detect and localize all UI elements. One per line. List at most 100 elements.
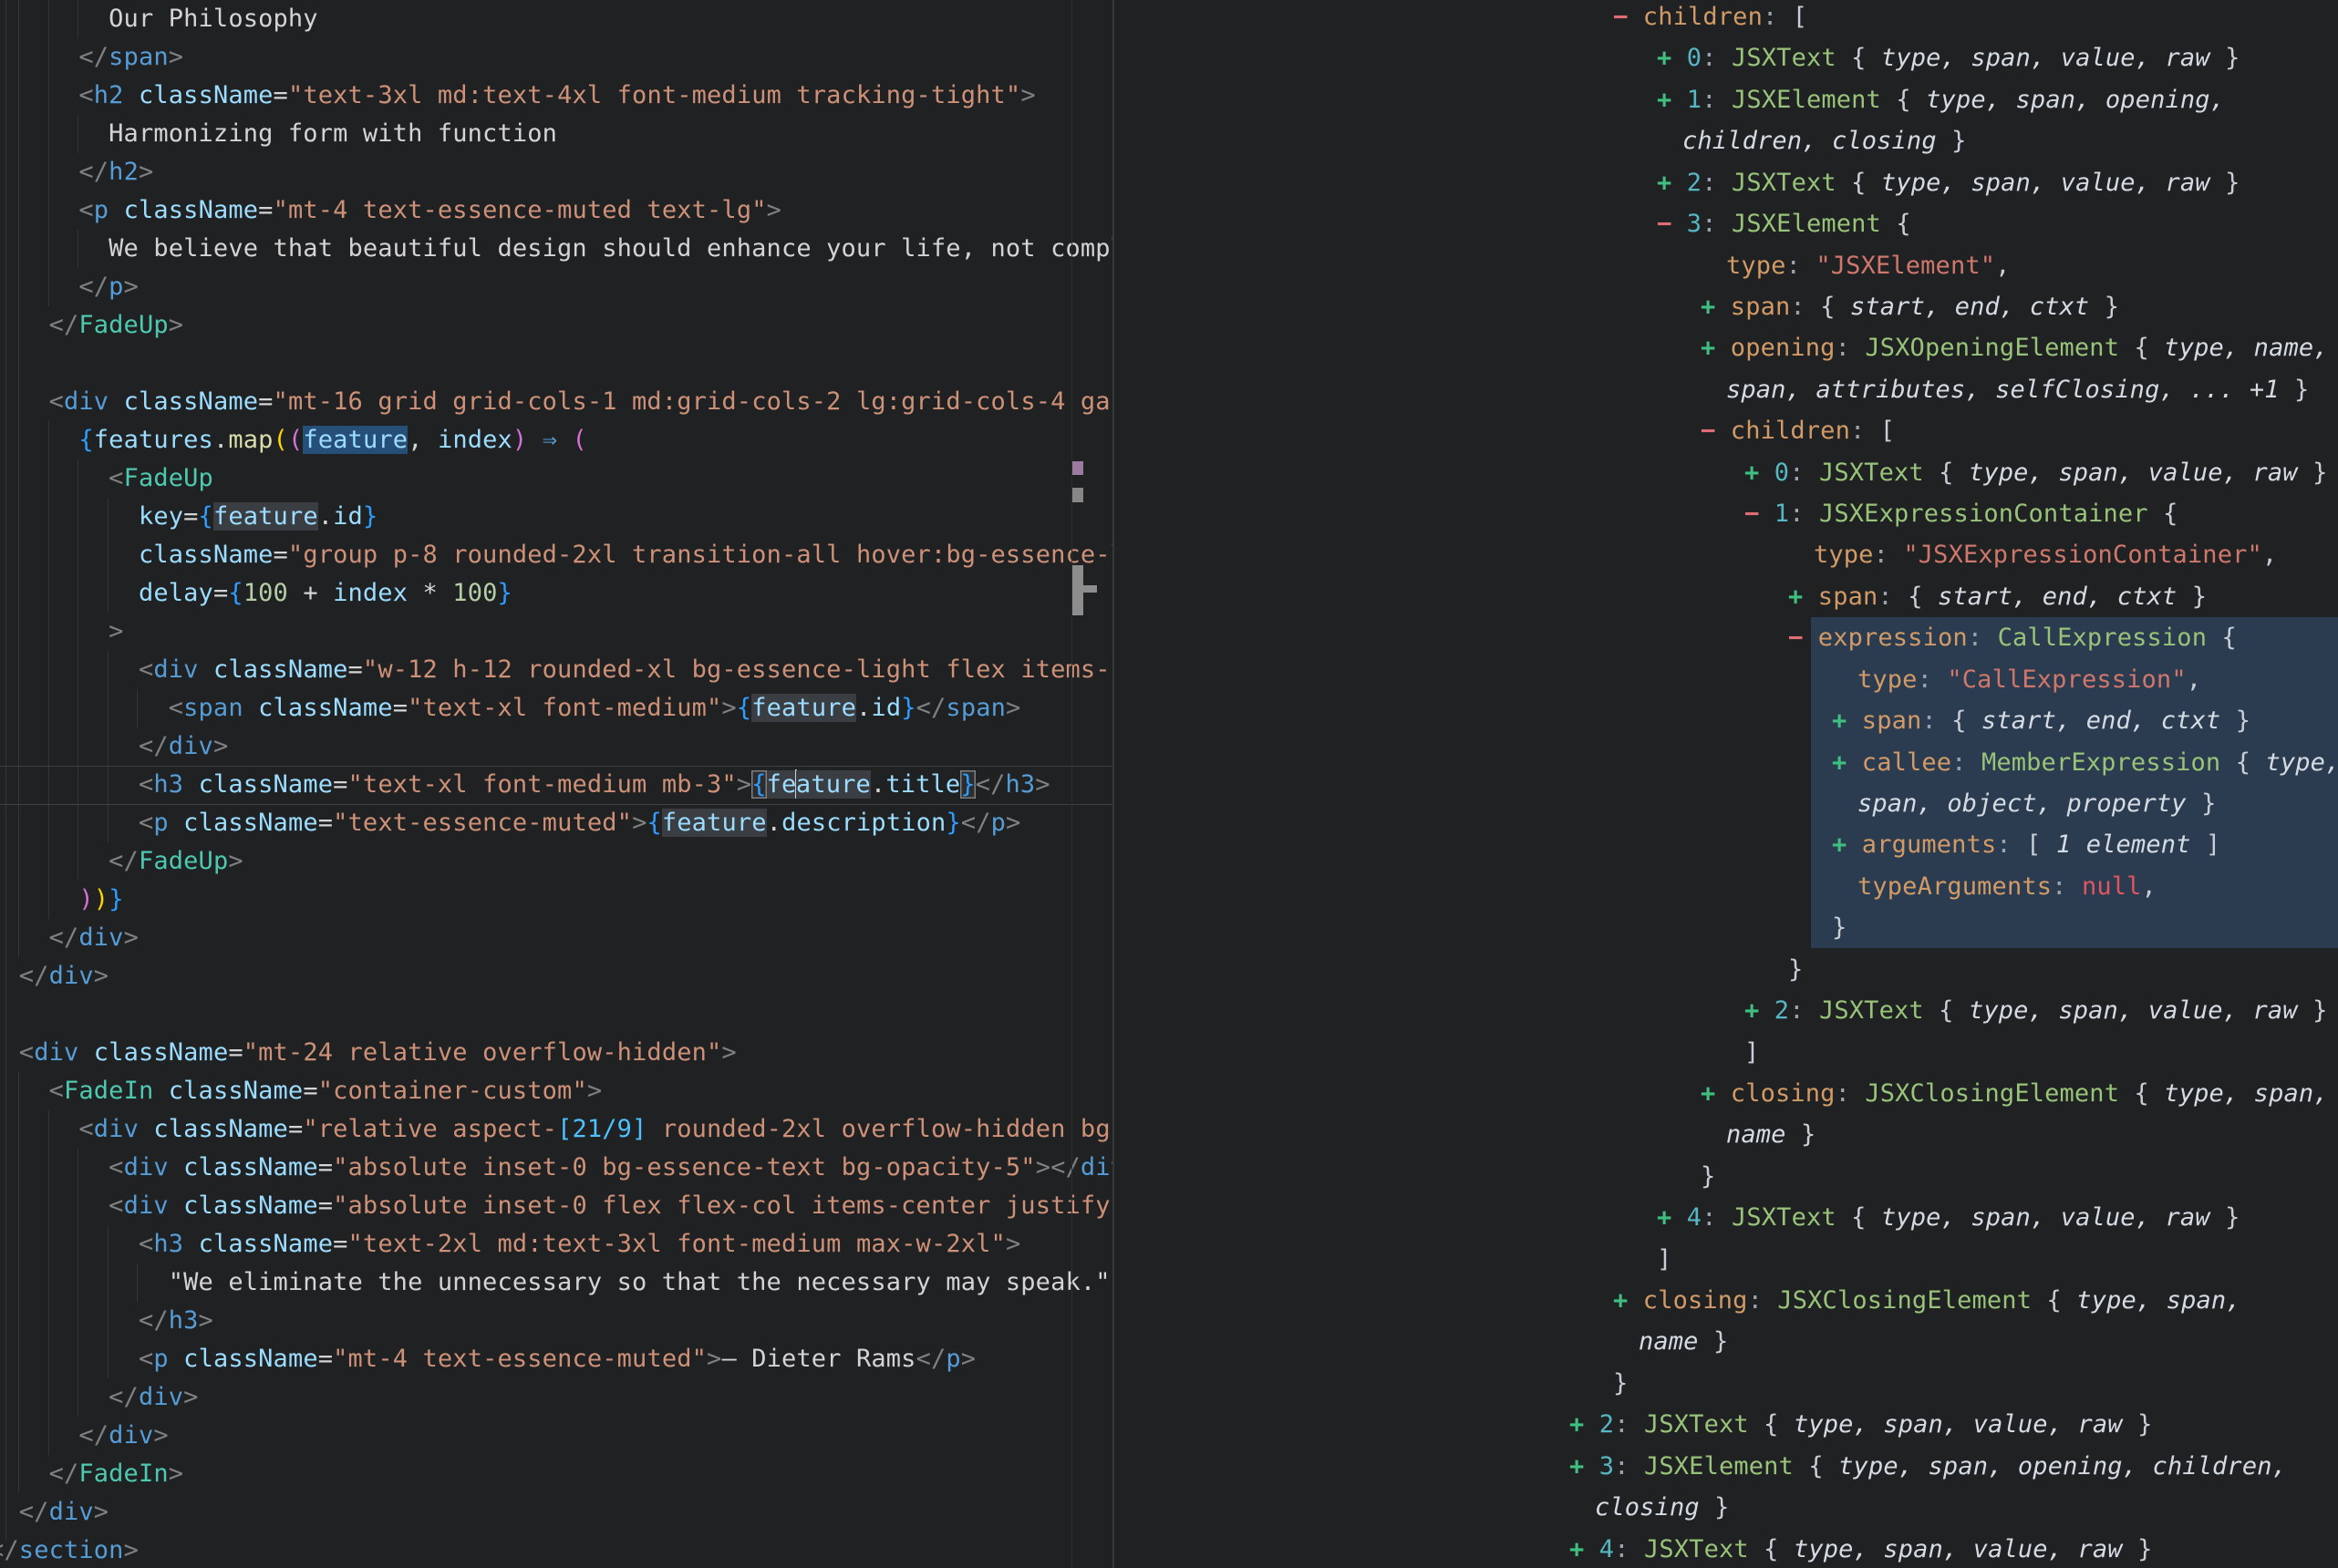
expand-toggle[interactable]: + — [1701, 334, 1731, 362]
code-line[interactable]: key={feature.id} — [0, 498, 378, 536]
collapse-toggle[interactable]: − — [1657, 210, 1687, 238]
ast-row[interactable]: + 0: JSXText { type, span, value, raw } — [1744, 452, 2327, 494]
expand-toggle[interactable]: + — [1701, 293, 1731, 321]
expand-toggle[interactable]: + — [1832, 748, 1862, 777]
code-line[interactable]: </div> — [0, 957, 109, 995]
expand-toggle[interactable]: + — [1657, 169, 1687, 197]
code-line[interactable]: <FadeIn className="container-custom"> — [0, 1072, 602, 1110]
ast-row[interactable]: } — [1832, 907, 1847, 949]
code-line[interactable]: <h3 className="text-xl font-medium mb-3"… — [0, 766, 1050, 804]
expand-toggle[interactable]: + — [1832, 830, 1862, 859]
ast-row[interactable]: + 4: JSXText { type, span, value, raw } — [1569, 1529, 2152, 1568]
ast-row[interactable]: + closing: JSXClosingElement { type, spa… — [1613, 1280, 2241, 1322]
ast-row[interactable]: − children: [ — [1613, 0, 1807, 38]
code-line[interactable]: </div> — [0, 727, 228, 766]
expand-toggle[interactable]: + — [1701, 1079, 1731, 1108]
ast-row[interactable]: name } — [1726, 1114, 1816, 1156]
code-line[interactable]: </span> — [0, 38, 183, 77]
code-line[interactable]: </div> — [0, 1493, 109, 1532]
code-line[interactable]: </FadeIn> — [0, 1455, 183, 1493]
code-line[interactable]: </h3> — [0, 1302, 213, 1340]
code-line[interactable]: <FadeUp — [0, 459, 213, 498]
expand-toggle[interactable]: + — [1569, 1410, 1599, 1439]
code-line[interactable]: We believe that beautiful design should … — [0, 230, 1112, 268]
code-line[interactable]: <div className="mt-16 grid grid-cols-1 m… — [0, 383, 1112, 421]
ast-row[interactable]: + 2: JSXText { type, span, value, raw } — [1744, 990, 2327, 1032]
code-line[interactable]: Harmonizing form with function — [0, 115, 557, 153]
code-line[interactable]: delay={100 + index * 100} — [0, 574, 512, 613]
code-editor-pane[interactable]: Our Philosophy </span> <h2 className="te… — [0, 0, 1112, 1568]
ast-row[interactable]: + opening: JSXOpeningElement { type, nam… — [1701, 327, 2329, 369]
code-line[interactable]: <p className="text-essence-muted">{featu… — [0, 804, 1020, 842]
ast-row[interactable]: − 3: JSXElement { — [1657, 203, 1911, 245]
code-line[interactable]: ))} — [0, 881, 124, 919]
ast-row[interactable]: + 1: JSXElement { type, span, opening, — [1657, 79, 2225, 121]
ast-row[interactable]: + span: { start, end, ctxt } — [1701, 286, 2119, 328]
expand-toggle[interactable]: + — [1569, 1535, 1599, 1563]
code-line[interactable]: </div> — [0, 1417, 169, 1455]
code-line[interactable]: {features.map((feature, index) ⇒ ( — [0, 421, 587, 459]
expand-toggle[interactable]: + — [1657, 1203, 1687, 1232]
ast-row[interactable]: ] — [1657, 1239, 1671, 1281]
expand-toggle[interactable]: + — [1657, 86, 1687, 114]
expand-toggle[interactable]: + — [1788, 583, 1818, 611]
ast-row[interactable]: + span: { start, end, ctxt } — [1832, 700, 2250, 742]
ast-row[interactable]: + 2: JSXText { type, span, value, raw } — [1569, 1404, 2152, 1446]
ast-row[interactable]: type: "JSXExpressionContainer", — [1814, 534, 2277, 576]
ast-row[interactable]: typeArguments: null, — [1857, 866, 2157, 908]
code-line[interactable]: </FadeUp> — [0, 306, 183, 345]
ast-row[interactable]: span, object, property } — [1857, 783, 2217, 825]
expand-toggle[interactable]: + — [1744, 459, 1774, 487]
ast-row[interactable]: + 0: JSXText { type, span, value, raw } — [1657, 37, 2240, 79]
expand-toggle[interactable]: + — [1613, 1286, 1643, 1315]
code-line[interactable]: <h2 className="text-3xl md:text-4xl font… — [0, 77, 1036, 115]
code-line[interactable]: <div className="absolute inset-0 flex fl… — [0, 1187, 1112, 1225]
ast-row[interactable]: + span: { start, end, ctxt } — [1788, 576, 2207, 618]
ast-row[interactable]: − expression: CallExpression { — [1788, 617, 2237, 659]
ast-row[interactable]: children, closing } — [1682, 120, 1967, 162]
code-line[interactable]: </h2> — [0, 153, 153, 191]
ast-tree-pane[interactable]: − children: [+ 0: JSXText { type, span, … — [1114, 0, 2338, 1568]
ast-row[interactable]: closing } — [1595, 1487, 1730, 1529]
code-line[interactable]: <span className="text-xl font-medium">{f… — [0, 689, 1020, 727]
code-line[interactable]: > — [0, 613, 124, 651]
collapse-toggle[interactable]: − — [1788, 624, 1818, 652]
code-line[interactable]: <div className="mt-24 relative overflow-… — [0, 1034, 737, 1072]
ast-row[interactable]: } — [1788, 949, 1803, 991]
ast-row[interactable]: ] — [1744, 1032, 1759, 1074]
code-line[interactable]: className="group p-8 rounded-2xl transit… — [0, 536, 1112, 574]
ast-row[interactable]: + 4: JSXText { type, span, value, raw } — [1657, 1197, 2240, 1239]
expand-toggle[interactable]: + — [1832, 707, 1862, 735]
code-line[interactable]: "We eliminate the unnecessary so that th… — [0, 1264, 1111, 1302]
code-line[interactable]: <h3 className="text-2xl md:text-3xl font… — [0, 1225, 1020, 1264]
ast-row[interactable]: } — [1613, 1363, 1628, 1405]
code-line[interactable]: <p className="mt-4 text-essence-muted">—… — [0, 1340, 976, 1378]
ast-row[interactable]: − children: [ — [1701, 410, 1895, 452]
ast-row[interactable]: span, attributes, selfClosing, ... +1 } — [1726, 369, 2309, 411]
ast-row[interactable]: + 3: JSXElement { type, span, opening, c… — [1569, 1446, 2287, 1488]
ast-row[interactable]: + arguments: [ 1 element ] — [1832, 824, 2220, 866]
expand-toggle[interactable]: + — [1657, 44, 1687, 72]
code-line[interactable]: </FadeUp> — [0, 842, 243, 881]
code-line[interactable]: <div className="w-12 h-12 rounded-xl bg-… — [0, 651, 1112, 689]
collapse-toggle[interactable]: − — [1744, 500, 1774, 528]
ast-row[interactable]: type: "JSXElement", — [1726, 245, 2011, 287]
code-line[interactable]: </p> — [0, 268, 139, 306]
ast-row[interactable]: type: "CallExpression", — [1857, 659, 2201, 701]
ast-row[interactable]: name } — [1639, 1321, 1728, 1363]
code-line[interactable]: <p className="mt-4 text-essence-muted te… — [0, 191, 781, 230]
ast-row[interactable]: − 1: JSXExpressionContainer { — [1744, 493, 2178, 535]
code-line[interactable]: </div> — [0, 919, 139, 957]
expand-toggle[interactable]: + — [1569, 1452, 1599, 1480]
code-line[interactable]: <div className="absolute inset-0 bg-esse… — [0, 1149, 1112, 1187]
ast-row[interactable]: + callee: MemberExpression { type, — [1832, 742, 2338, 784]
ast-row[interactable]: + closing: JSXClosingElement { type, spa… — [1701, 1073, 2329, 1115]
scrollbar-overview-ruler[interactable] — [1071, 0, 1072, 1568]
ast-row[interactable]: } — [1701, 1156, 1715, 1198]
expand-toggle[interactable]: + — [1744, 996, 1774, 1025]
collapse-toggle[interactable]: − — [1613, 3, 1643, 31]
collapse-toggle[interactable]: − — [1701, 417, 1731, 445]
code-line[interactable]: <div className="relative aspect-[21/9] r… — [0, 1110, 1112, 1149]
code-line[interactable]: Our Philosophy — [0, 0, 318, 38]
code-line[interactable]: </section> — [0, 1532, 139, 1568]
